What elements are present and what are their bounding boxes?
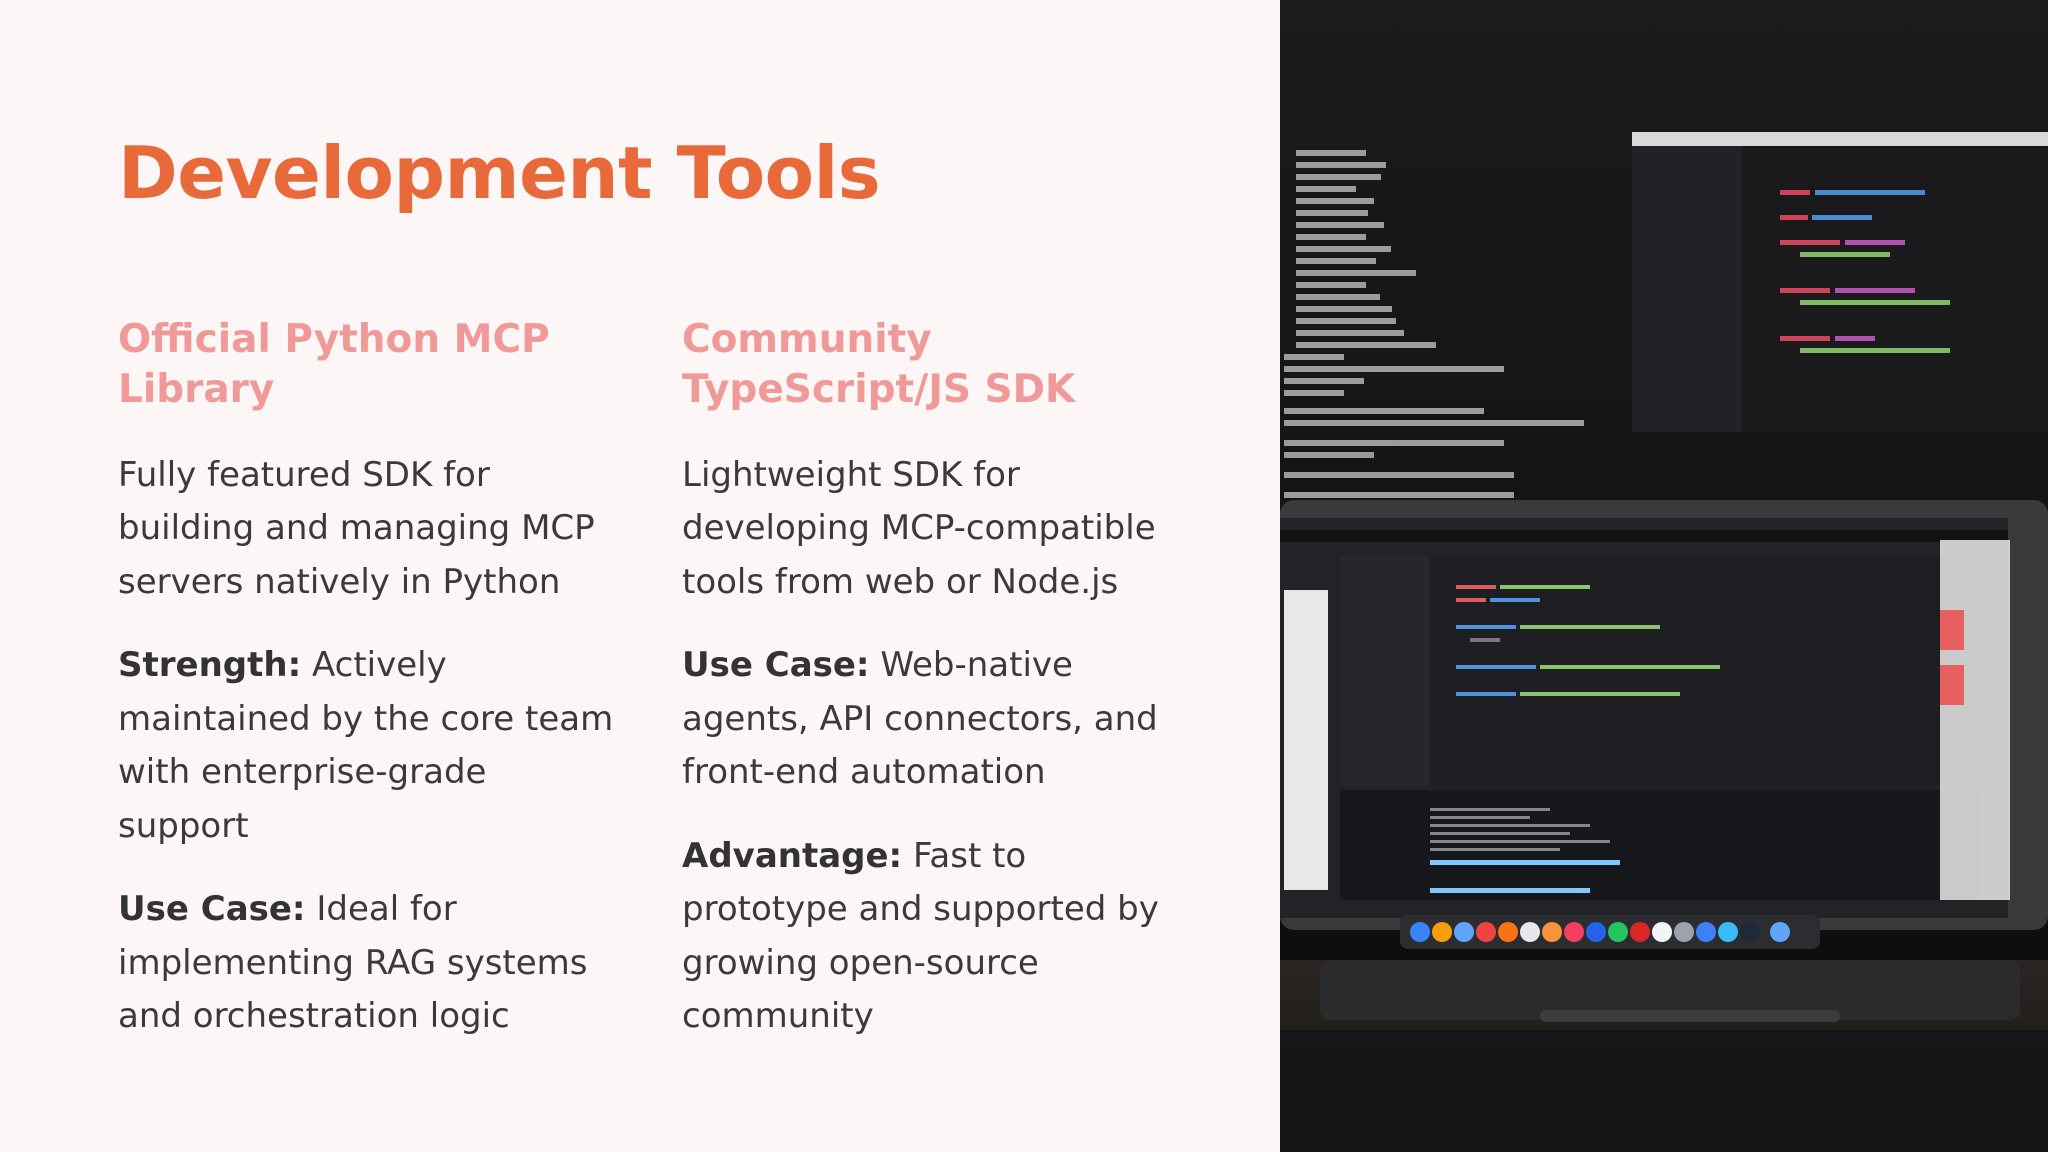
point-label: Advantage: bbox=[682, 835, 903, 876]
column-description: Lightweight SDK for developing MCP-compa… bbox=[682, 454, 1156, 602]
column-description: Fully featured SDK for building and mana… bbox=[118, 454, 595, 602]
column-python-sdk: Official Python MCP Library Fully featur… bbox=[118, 315, 618, 1074]
laptop-code-photo bbox=[1280, 0, 2048, 1152]
point-label: Use Case: bbox=[118, 889, 306, 930]
advantage-point: Advantage: Fast to prototype and support… bbox=[682, 830, 1202, 1044]
laptop-code-illustration bbox=[1280, 0, 2048, 1152]
slide-title: Development Tools bbox=[118, 131, 881, 215]
content-panel: Development Tools Official Python MCP Li… bbox=[0, 0, 1280, 1152]
use-case-point: Use Case: Web-native agents, API connect… bbox=[682, 639, 1202, 800]
column-heading: Official Python MCP Library bbox=[118, 317, 550, 412]
column-heading: Community TypeScript/JS SDK bbox=[682, 317, 1076, 412]
column-typescript-sdk: Community TypeScript/JS SDK Lightweight … bbox=[682, 315, 1202, 1074]
strength-point: Strength: Actively maintained by the cor… bbox=[118, 639, 618, 853]
point-label: Strength: bbox=[118, 645, 302, 686]
point-label: Use Case: bbox=[682, 645, 870, 686]
use-case-point: Use Case: Ideal for implementing RAG sys… bbox=[118, 883, 618, 1044]
dock-icons bbox=[1410, 922, 1790, 942]
